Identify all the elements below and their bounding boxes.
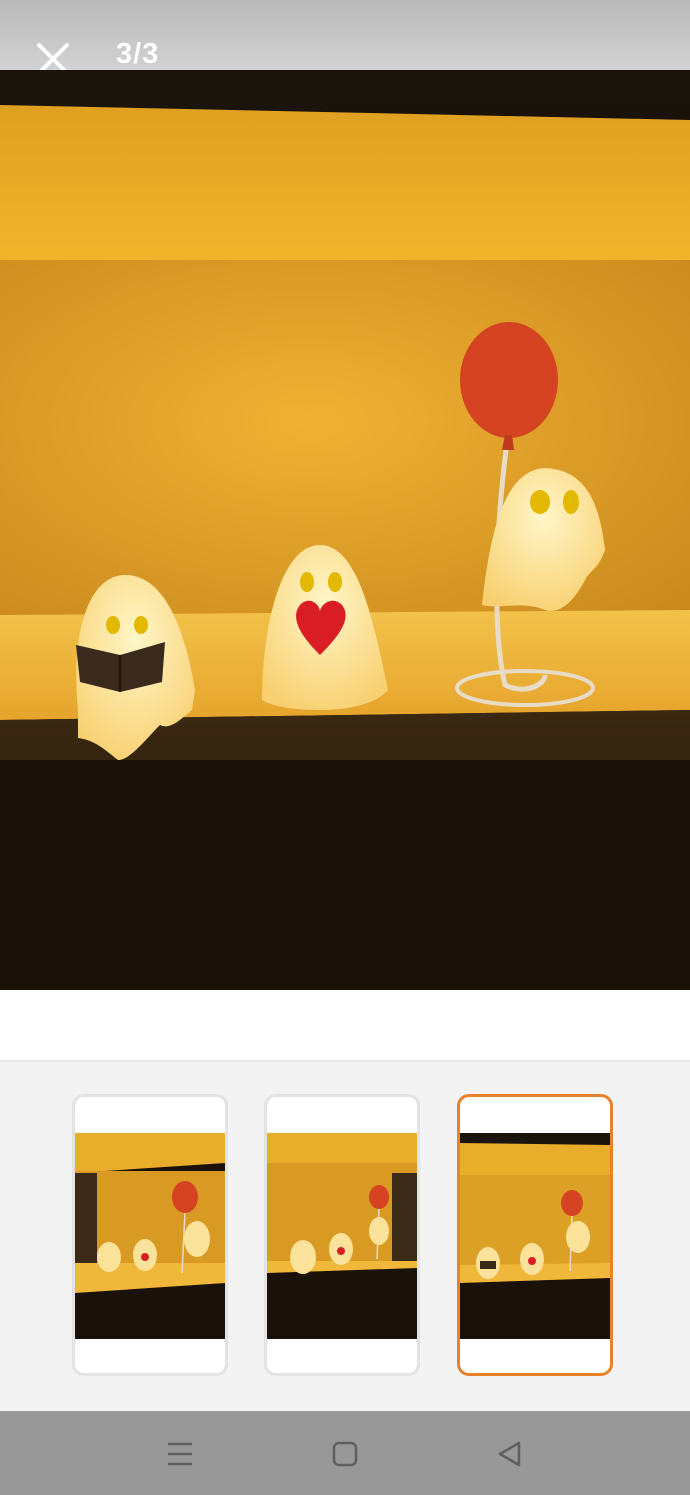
recent-apps-button[interactable]: [163, 1437, 197, 1471]
image-counter: 3/3: [116, 38, 160, 70]
system-navigation-bar: [0, 1411, 690, 1495]
back-button[interactable]: [492, 1437, 526, 1471]
thumbnail-image: [460, 1133, 610, 1339]
home-button[interactable]: [328, 1437, 362, 1471]
back-icon: [498, 1441, 521, 1467]
menu-icon: [168, 1442, 192, 1466]
thumbnail-1[interactable]: [72, 1094, 228, 1376]
top-bar: 3/3: [0, 0, 690, 75]
home-icon: [332, 1441, 358, 1467]
thumbnail-3[interactable]: [457, 1094, 613, 1376]
thumbnail-2[interactable]: [264, 1094, 420, 1376]
main-photo[interactable]: [0, 70, 690, 990]
thumbnail-image: [75, 1133, 225, 1339]
thumbnail-image: [267, 1133, 417, 1339]
thumbnail-strip: [0, 1062, 690, 1411]
